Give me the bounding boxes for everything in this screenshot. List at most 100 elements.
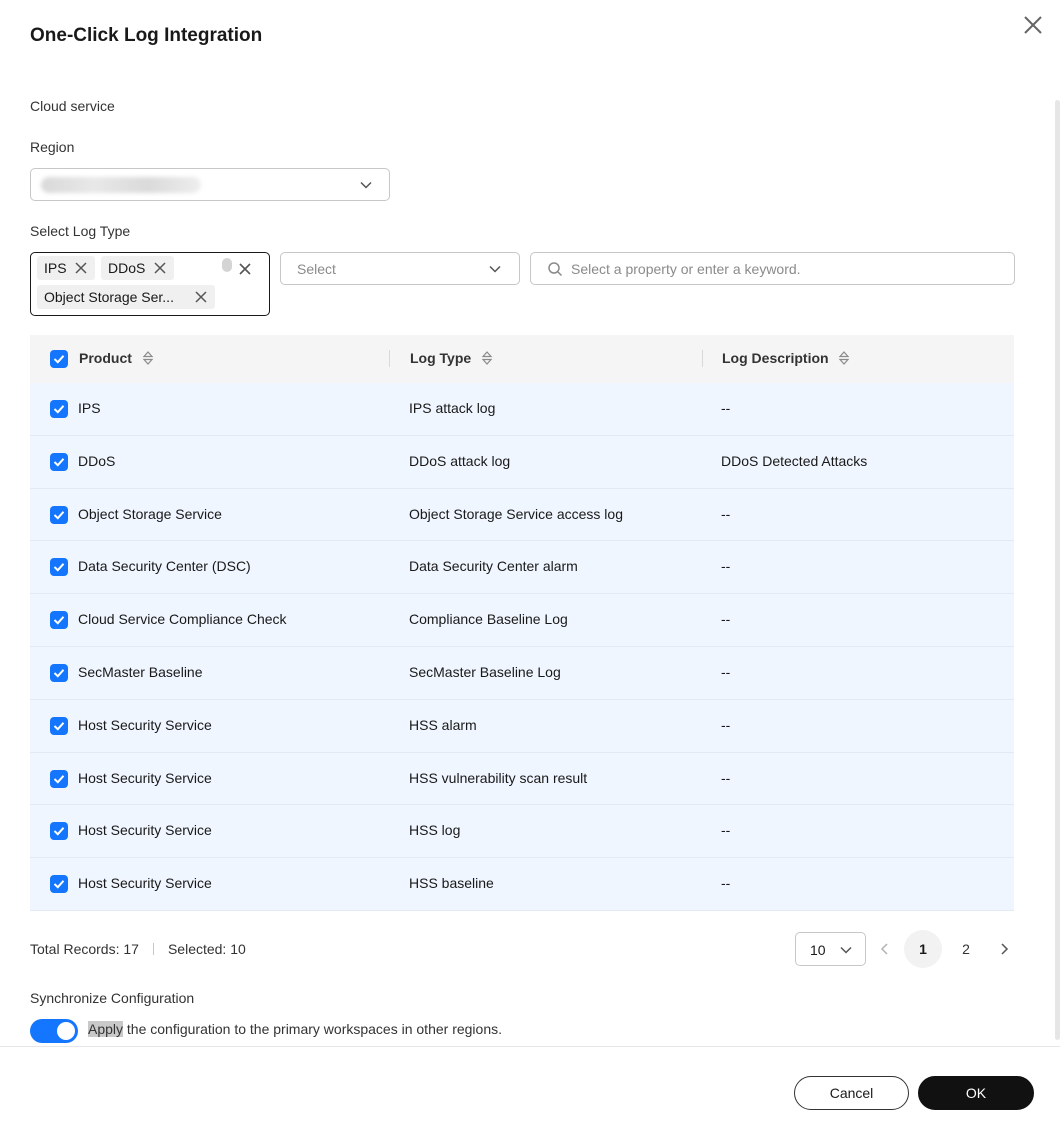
table-row[interactable]: Host Security Service HSS baseline --	[30, 858, 1014, 911]
chevron-down-icon	[840, 946, 852, 954]
page-size-value: 10	[810, 942, 826, 958]
cell-log-type: HSS log	[409, 822, 461, 839]
column-separator	[702, 350, 703, 367]
row-checkbox[interactable]	[50, 663, 68, 682]
chevron-left-icon	[880, 943, 888, 955]
chevron-right-icon	[1001, 943, 1009, 955]
sync-description: Apply the configuration to the primary w…	[88, 1021, 502, 1037]
table-row[interactable]: DDoS DDoS attack log DDoS Detected Attacks	[30, 435, 1014, 489]
next-page-button[interactable]	[985, 930, 1023, 968]
cell-log-description: --	[721, 505, 731, 522]
table-row[interactable]: Data Security Center (DSC) Data Security …	[30, 541, 1014, 595]
row-checkbox[interactable]	[50, 769, 68, 788]
cell-log-description: --	[721, 400, 731, 416]
cloud-service-label: Cloud service	[30, 98, 115, 114]
sync-toggle[interactable]	[30, 1019, 78, 1043]
tag-remove-icon[interactable]	[153, 261, 167, 275]
row-checkbox[interactable]	[50, 452, 68, 471]
tag-scroll-handle[interactable]	[222, 258, 232, 272]
close-icon[interactable]	[1020, 12, 1046, 38]
highlighted-text: Apply	[88, 1021, 124, 1037]
table-row[interactable]: Host Security Service HSS vulnerability s…	[30, 752, 1014, 806]
cell-product: Data Security Center (DSC)	[78, 558, 251, 575]
row-checkbox[interactable]	[50, 400, 68, 418]
tag-label: IPS	[44, 260, 67, 276]
chevron-down-icon	[489, 265, 501, 273]
cell-product: Cloud Service Compliance Check	[78, 611, 287, 628]
log-table: Product Log Type Log Description IPS IPS …	[30, 335, 1014, 911]
tag-remove-icon[interactable]	[74, 261, 88, 275]
row-checkbox[interactable]	[50, 611, 68, 630]
secondary-select[interactable]: Select	[280, 252, 520, 285]
cell-log-type: HSS vulnerability scan result	[409, 769, 588, 786]
sort-icon[interactable]	[838, 350, 850, 366]
search-input[interactable]	[571, 259, 1001, 279]
cell-product: DDoS	[78, 452, 116, 469]
table-body: IPS IPS attack log -- DDoS DDoS attack log DD…	[30, 383, 1014, 911]
cell-log-type: HSS baseline	[409, 875, 494, 892]
sync-description-rest: the configuration to the primary workspa…	[123, 1021, 503, 1037]
cell-product: Host Security Service	[78, 716, 212, 733]
column-header-label: Log Description	[722, 350, 829, 366]
region-label: Region	[30, 139, 75, 155]
column-separator	[389, 350, 390, 367]
table-row[interactable]: IPS IPS attack log --	[30, 383, 1014, 436]
sync-config-label: Synchronize Configuration	[30, 990, 195, 1006]
select-all-checkbox[interactable]	[50, 350, 68, 368]
table-row[interactable]: Object Storage Service Object Storage Ser…	[30, 488, 1014, 542]
tag-ips: IPS	[37, 256, 95, 280]
row-checkbox[interactable]	[50, 822, 68, 841]
cell-product: SecMaster Baseline	[78, 663, 203, 680]
tag-object-storage: Object Storage Ser...	[37, 285, 215, 309]
page-size-select[interactable]: 10	[795, 932, 866, 966]
table-header: Product Log Type Log Description	[30, 335, 1014, 383]
cell-log-description: --	[721, 769, 731, 786]
tag-ddos: DDoS	[101, 256, 174, 280]
cell-log-description: --	[721, 716, 731, 733]
cancel-button[interactable]: Cancel	[794, 1076, 909, 1110]
page-button-2[interactable]: 2	[947, 930, 985, 968]
dialog-scrollbar[interactable]	[1055, 100, 1060, 1040]
cell-log-type: Compliance Baseline Log	[409, 611, 568, 628]
cell-log-type: Data Security Center alarm	[409, 558, 578, 575]
column-header-log-description[interactable]: Log Description	[722, 350, 850, 366]
log-type-label: Select Log Type	[30, 223, 131, 239]
table-row[interactable]: SecMaster Baseline SecMaster Baseline Log…	[30, 646, 1014, 700]
row-checkbox[interactable]	[50, 875, 68, 894]
row-checkbox[interactable]	[50, 716, 68, 735]
records-summary: Total Records: 17 Selected: 10	[30, 941, 246, 957]
cell-log-description: --	[721, 663, 731, 680]
column-header-log-type[interactable]: Log Type	[410, 350, 493, 366]
selected-count: Selected: 10	[167, 941, 246, 957]
search-box[interactable]	[530, 252, 1015, 285]
sort-icon[interactable]	[142, 350, 154, 366]
separator	[152, 943, 154, 955]
log-type-multiselect[interactable]: IPS DDoS Object Storage Ser...	[30, 252, 270, 316]
row-checkbox[interactable]	[50, 558, 68, 577]
row-checkbox[interactable]	[50, 505, 68, 524]
page-title: One-Click Log Integration	[30, 25, 263, 46]
table-row[interactable]: Cloud Service Compliance Check Compliance…	[30, 594, 1014, 647]
cell-product: Object Storage Service	[78, 505, 222, 522]
cell-log-description: DDoS Detected Attacks	[721, 452, 868, 469]
cell-log-description: --	[721, 822, 731, 839]
cell-log-type: DDoS attack log	[409, 452, 511, 469]
total-records: Total Records: 17	[30, 941, 139, 957]
prev-page-button[interactable]	[866, 930, 904, 968]
cell-log-description: --	[721, 558, 731, 575]
toggle-knob	[57, 1022, 75, 1040]
table-row[interactable]: Host Security Service HSS alarm --	[30, 699, 1014, 753]
cell-log-type: IPS attack log	[409, 400, 496, 416]
cell-log-type: Object Storage Service access log	[409, 505, 623, 522]
chevron-down-icon	[360, 181, 372, 189]
sort-icon[interactable]	[481, 350, 493, 366]
footer-divider	[0, 1046, 1060, 1047]
tag-remove-icon[interactable]	[194, 290, 208, 304]
column-header-product[interactable]: Product	[79, 350, 154, 366]
ok-button[interactable]: OK	[918, 1076, 1034, 1110]
region-select[interactable]	[30, 168, 390, 201]
table-row[interactable]: Host Security Service HSS log --	[30, 805, 1014, 859]
select-placeholder: Select	[297, 261, 336, 277]
clear-all-icon[interactable]	[237, 261, 253, 277]
page-button-1[interactable]: 1	[904, 930, 942, 968]
